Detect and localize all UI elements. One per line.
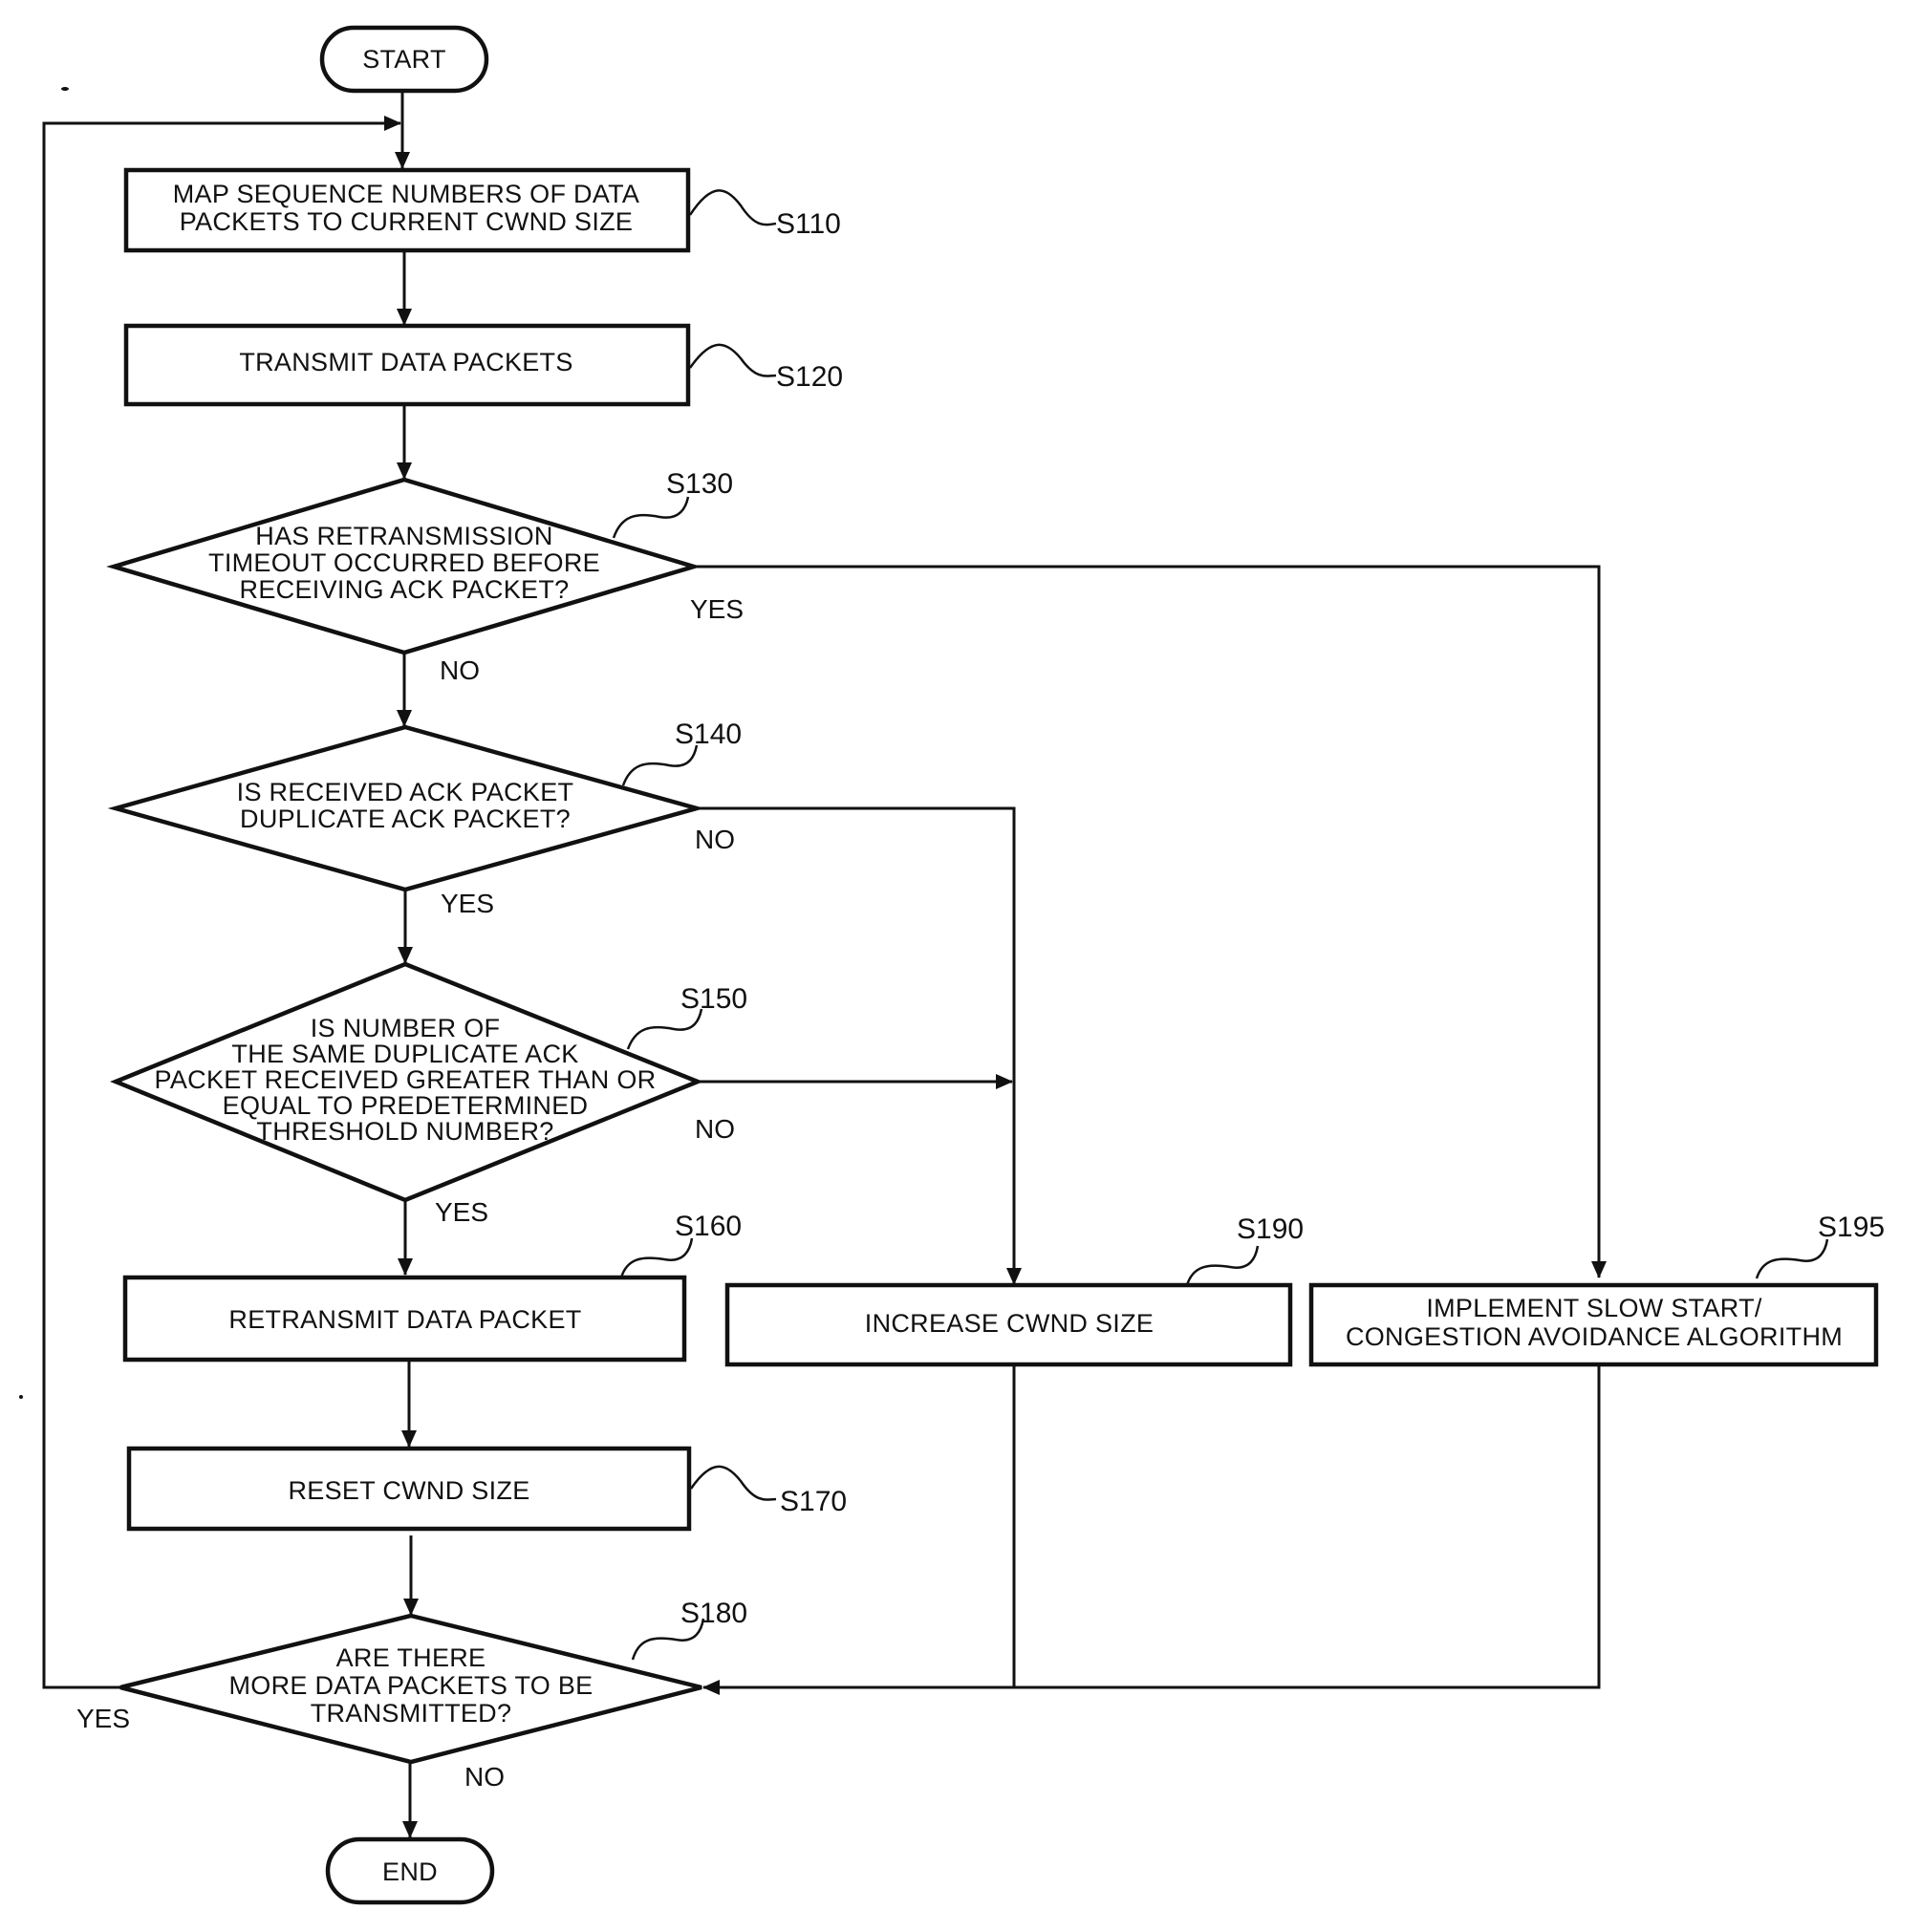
branch-s130-yes: YES (690, 594, 744, 624)
step-s120: TRANSMIT DATA PACKETS (123, 323, 691, 407)
step-s195-line-1: IMPLEMENT SLOW START/ (1426, 1294, 1762, 1322)
branch-s180-no: NO (464, 1762, 505, 1792)
step-s120-line-1: TRANSMIT DATA PACKETS (239, 348, 572, 376)
decision-s130: HAS RETRANSMISSION TIMEOUT OCCURRED BEFO… (106, 477, 701, 655)
end-label: END (382, 1857, 438, 1886)
label-s160: S160 (675, 1211, 742, 1242)
decision-s150-line-1: IS NUMBER OF (311, 1014, 501, 1042)
branch-s130-no: NO (440, 655, 480, 685)
step-labels: S110 S120 S130 S140 S150 S160 S170 S180 … (612, 189, 1885, 1661)
scan-speck (61, 87, 69, 91)
label-s130: S130 (666, 468, 733, 500)
start-label: START (362, 45, 446, 74)
leader-s170 (689, 1465, 777, 1501)
leader-s195 (1755, 1238, 1829, 1279)
decision-s130-line-2: TIMEOUT OCCURRED BEFORE (208, 548, 600, 577)
step-s110: MAP SEQUENCE NUMBERS OF DATA PACKETS TO … (123, 167, 691, 253)
label-s150: S150 (680, 983, 747, 1015)
edge-s130-yes-s195 (694, 565, 1607, 1278)
decision-s150-line-3: PACKET RECEIVED GREATER THAN OR (155, 1065, 657, 1094)
branch-s140-no: NO (695, 825, 735, 854)
label-s170: S170 (780, 1486, 847, 1517)
leader-s150 (626, 1008, 703, 1050)
decision-s150-line-5: THRESHOLD NUMBER? (256, 1117, 553, 1146)
edge-s140-no-s190 (697, 806, 1022, 1285)
decision-s150-line-2: THE SAME DUPLICATE ACK (231, 1040, 578, 1068)
branch-s150-no: NO (695, 1114, 735, 1144)
edge-s195-s180 (702, 1364, 1601, 1695)
scan-speck (19, 1395, 23, 1399)
decision-s180-line-3: TRANSMITTED? (311, 1699, 512, 1728)
decision-s150: IS NUMBER OF THE SAME DUPLICATE ACK PACK… (110, 961, 704, 1203)
leader-s130 (612, 496, 690, 539)
end-terminal: END (325, 1836, 495, 1905)
leader-s190 (1185, 1245, 1260, 1286)
leader-s140 (621, 744, 699, 786)
decision-s140-line-2: DUPLICATE ACK PACKET? (240, 805, 571, 833)
step-s190: INCREASE CWND SIZE (724, 1282, 1293, 1367)
label-s180: S180 (680, 1598, 747, 1629)
label-s110: S110 (776, 208, 841, 240)
leader-s120 (688, 343, 777, 377)
step-s110-line-2: PACKETS TO CURRENT CWND SIZE (180, 207, 633, 236)
label-s120: S120 (776, 361, 843, 393)
step-s190-line-1: INCREASE CWND SIZE (865, 1309, 1154, 1338)
label-s190: S190 (1237, 1213, 1304, 1245)
step-s160-line-1: RETRANSMIT DATA PACKET (228, 1305, 581, 1334)
branch-s180-yes: YES (76, 1704, 130, 1733)
branch-s140-yes: YES (441, 889, 494, 918)
label-s195: S195 (1818, 1212, 1885, 1243)
decision-s180-line-1: ARE THERE (336, 1643, 486, 1672)
step-s170: RESET CWND SIZE (126, 1446, 692, 1532)
decision-s130-line-1: HAS RETRANSMISSION (255, 522, 552, 550)
decision-s130-line-3: RECEIVING ACK PACKET? (240, 575, 570, 604)
step-s160: RETRANSMIT DATA PACKET (122, 1275, 687, 1363)
step-s170-line-1: RESET CWND SIZE (288, 1476, 529, 1505)
decision-s140-line-1: IS RECEIVED ACK PACKET (237, 778, 574, 806)
label-s140: S140 (675, 719, 742, 750)
flowchart: START END MAP SEQUENCE NUMBERS OF DATA P… (19, 25, 1885, 1905)
decision-s140: IS RECEIVED ACK PACKET DUPLICATE ACK PAC… (107, 724, 705, 892)
decision-s150-line-4: EQUAL TO PREDETERMINED (223, 1091, 589, 1120)
step-s110-line-1: MAP SEQUENCE NUMBERS OF DATA (173, 180, 639, 208)
decision-s180: ARE THERE MORE DATA PACKETS TO BE TRANSM… (119, 1613, 702, 1765)
decision-s180-line-2: MORE DATA PACKETS TO BE (229, 1671, 594, 1700)
branch-s150-yes: YES (435, 1197, 488, 1227)
step-s195: IMPLEMENT SLOW START/ CONGESTION AVOIDAN… (1308, 1282, 1879, 1367)
step-s195-line-2: CONGESTION AVOIDANCE ALGORITHM (1346, 1322, 1843, 1351)
leader-s110 (688, 189, 777, 226)
start-terminal: START (319, 25, 489, 94)
leader-s160 (619, 1237, 694, 1278)
